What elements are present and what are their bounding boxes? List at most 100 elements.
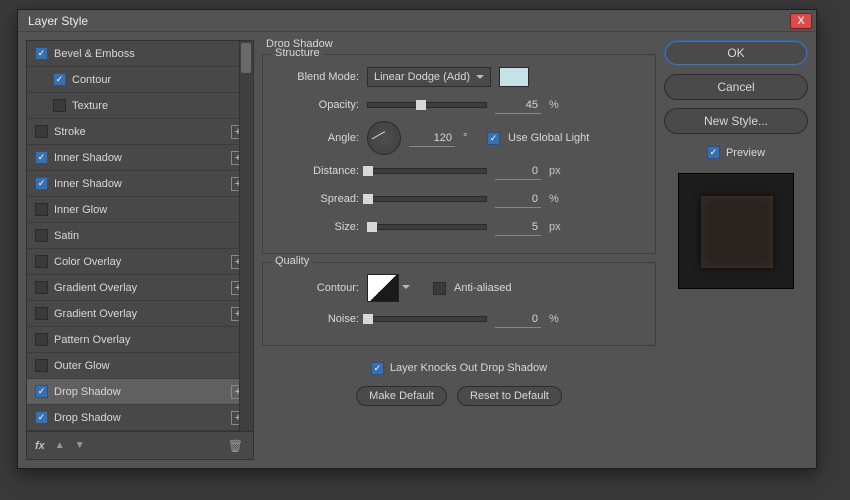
effects-list-row[interactable]: Drop Shadow+ (27, 379, 253, 405)
scrollbar-track[interactable] (239, 41, 253, 431)
knockout-row: Layer Knocks Out Drop Shadow (262, 354, 656, 382)
opacity-row: Opacity: 45 % (273, 91, 645, 119)
effect-checkbox[interactable] (35, 281, 48, 294)
spread-label: Spread: (273, 193, 359, 205)
knockout-checkbox[interactable] (371, 362, 384, 375)
effects-list-row[interactable]: Texture (27, 93, 253, 119)
effects-list-row[interactable]: Inner Shadow+ (27, 171, 253, 197)
structure-group: Structure Blend Mode: Linear Dodge (Add)… (262, 54, 656, 254)
effect-checkbox[interactable] (35, 359, 48, 372)
effect-checkbox[interactable] (35, 47, 48, 60)
effect-checkbox[interactable] (35, 125, 48, 138)
fx-icon[interactable]: fx (35, 440, 45, 452)
effects-list-row[interactable]: Inner Glow (27, 197, 253, 223)
effects-list-footer: fx ▲ ▼ 🗑 (27, 431, 253, 459)
effect-label: Inner Shadow (54, 178, 253, 190)
effects-list-row[interactable]: Inner Shadow+ (27, 145, 253, 171)
use-global-light-checkbox[interactable] (487, 132, 500, 145)
preview-label: Preview (726, 147, 765, 159)
preview-thumbnail (678, 173, 794, 289)
angle-label: Angle: (273, 132, 359, 144)
effect-label: Contour (72, 74, 253, 86)
opacity-knob[interactable] (416, 100, 426, 110)
effect-label: Drop Shadow (54, 412, 253, 424)
size-value[interactable]: 5 (495, 218, 541, 236)
scrollbar-thumb[interactable] (241, 43, 251, 73)
quality-group: Quality Contour: Anti-aliased Noise: 0 % (262, 262, 656, 346)
spread-knob[interactable] (363, 194, 373, 204)
ok-button[interactable]: OK (664, 40, 808, 66)
contour-picker[interactable] (367, 274, 399, 302)
effect-label: Satin (54, 230, 253, 242)
close-button[interactable]: X (790, 13, 812, 29)
contour-label: Contour: (273, 282, 359, 294)
size-label: Size: (273, 221, 359, 233)
distance-knob[interactable] (363, 166, 373, 176)
arrow-down-icon[interactable]: ▼ (75, 440, 85, 451)
new-style-button[interactable]: New Style... (664, 108, 808, 134)
trash-icon[interactable]: 🗑 (228, 439, 243, 453)
effects-list-row[interactable]: Drop Shadow+ (27, 405, 253, 431)
size-slider[interactable] (367, 224, 487, 230)
effect-label: Drop Shadow (54, 386, 253, 398)
noise-knob[interactable] (363, 314, 373, 324)
effects-list-row[interactable]: Gradient Overlay+ (27, 301, 253, 327)
arrow-up-icon[interactable]: ▲ (55, 440, 65, 451)
effect-checkbox[interactable] (35, 229, 48, 242)
noise-value[interactable]: 0 (495, 310, 541, 328)
effects-list-row[interactable]: Pattern Overlay (27, 327, 253, 353)
size-knob[interactable] (367, 222, 377, 232)
spread-slider[interactable] (367, 196, 487, 202)
opacity-value[interactable]: 45 (495, 96, 541, 114)
noise-row: Noise: 0 % (273, 305, 645, 333)
effect-checkbox[interactable] (35, 307, 48, 320)
distance-value[interactable]: 0 (495, 162, 541, 180)
blend-mode-select[interactable]: Linear Dodge (Add) (367, 67, 491, 87)
blend-mode-label: Blend Mode: (273, 71, 359, 83)
layer-style-dialog: Layer Style X Bevel & EmbossContourTextu… (17, 9, 817, 469)
effects-list-row[interactable]: Contour (27, 67, 253, 93)
effect-label: Inner Shadow (54, 152, 253, 164)
spread-value[interactable]: 0 (495, 190, 541, 208)
effect-checkbox[interactable] (35, 177, 48, 190)
effect-label: Color Overlay (54, 256, 253, 268)
effects-list-row[interactable]: Color Overlay+ (27, 249, 253, 275)
cancel-button[interactable]: Cancel (664, 74, 808, 100)
effect-checkbox[interactable] (35, 333, 48, 346)
angle-row: Angle: 120 ° Use Global Light (273, 119, 645, 157)
distance-slider[interactable] (367, 168, 487, 174)
antialiased-checkbox[interactable] (433, 282, 446, 295)
effects-list-items: Bevel & EmbossContourTextureStroke+Inner… (27, 41, 253, 431)
knockout-label: Layer Knocks Out Drop Shadow (390, 362, 547, 374)
right-panel: OK Cancel New Style... Preview (664, 40, 808, 460)
quality-legend: Quality (271, 255, 313, 267)
effects-list-row[interactable]: Outer Glow (27, 353, 253, 379)
effect-checkbox[interactable] (35, 411, 48, 424)
reset-default-button[interactable]: Reset to Default (457, 386, 562, 406)
effects-list-row[interactable]: Bevel & Emboss (27, 41, 253, 67)
effect-checkbox[interactable] (35, 151, 48, 164)
effect-checkbox[interactable] (53, 73, 66, 86)
effect-label: Texture (72, 100, 253, 112)
effects-list: Bevel & EmbossContourTextureStroke+Inner… (26, 40, 254, 460)
effect-checkbox[interactable] (35, 203, 48, 216)
effect-checkbox[interactable] (35, 385, 48, 398)
preview-checkbox[interactable] (707, 146, 720, 159)
blend-mode-row: Blend Mode: Linear Dodge (Add) (273, 63, 645, 91)
effect-label: Gradient Overlay (54, 282, 253, 294)
opacity-slider[interactable] (367, 102, 487, 108)
make-default-button[interactable]: Make Default (356, 386, 447, 406)
effects-list-row[interactable]: Satin (27, 223, 253, 249)
angle-unit: ° (463, 132, 479, 144)
effects-list-row[interactable]: Gradient Overlay+ (27, 275, 253, 301)
angle-value[interactable]: 120 (409, 129, 455, 147)
antialiased-label: Anti-aliased (454, 282, 511, 294)
noise-slider[interactable] (367, 316, 487, 322)
effect-label: Pattern Overlay (54, 334, 253, 346)
color-swatch[interactable] (499, 67, 529, 87)
angle-dial[interactable] (367, 121, 401, 155)
effects-list-row[interactable]: Stroke+ (27, 119, 253, 145)
settings-panel: Drop Shadow Structure Blend Mode: Linear… (262, 40, 656, 460)
effect-checkbox[interactable] (53, 99, 66, 112)
effect-checkbox[interactable] (35, 255, 48, 268)
